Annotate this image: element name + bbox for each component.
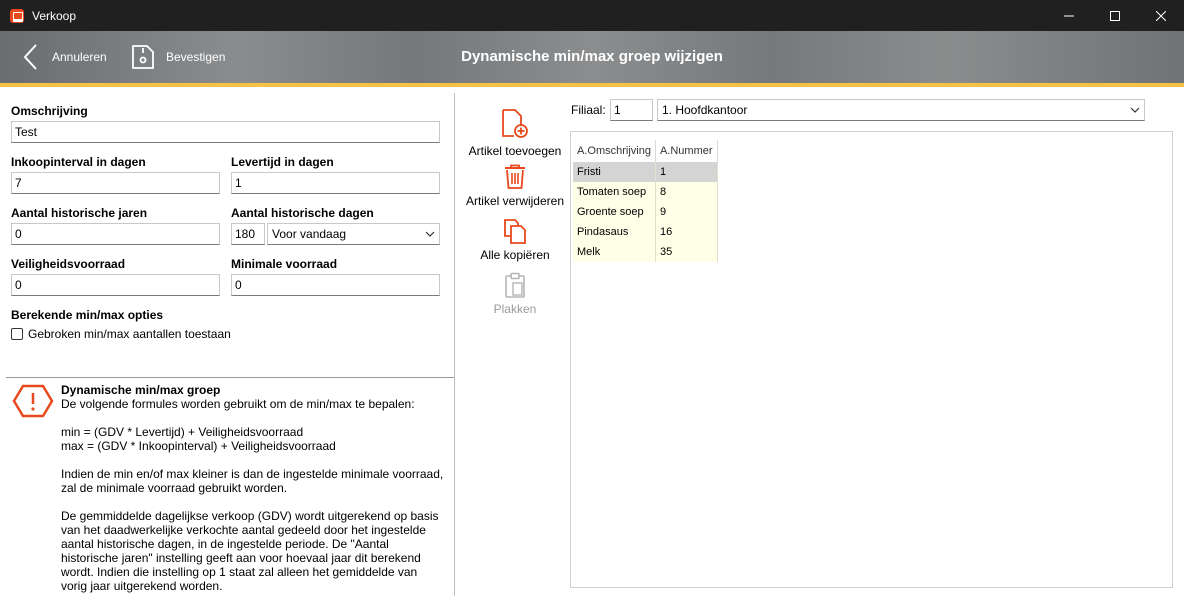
- table-cell[interactable]: Groente soep: [573, 202, 656, 222]
- table-cell[interactable]: Melk: [573, 242, 656, 262]
- table-row[interactable]: Pindasaus 16: [573, 222, 718, 242]
- hist-jaren-label: Aantal historische jaren: [11, 206, 148, 220]
- copy-all-button[interactable]: Alle kopiëren: [460, 218, 570, 262]
- window-title: Verkoop: [32, 8, 77, 23]
- table-cell[interactable]: 8: [655, 182, 718, 202]
- warning-icon: [12, 384, 54, 418]
- copy-icon: [504, 219, 526, 244]
- table-row[interactable]: Fristi 1: [573, 162, 718, 182]
- info-text: De volgende formules worden gebruikt om …: [61, 397, 444, 593]
- table-row[interactable]: Tomaten soep 8: [573, 182, 718, 202]
- add-article-label: Artikel toevoegen: [468, 144, 562, 158]
- veiligheid-input[interactable]: 0: [11, 274, 220, 296]
- add-file-icon: [502, 109, 528, 138]
- close-icon: [1140, 44, 1166, 70]
- table-cell[interactable]: 1: [655, 162, 718, 182]
- levertijd-input[interactable]: 1: [231, 172, 440, 194]
- filiaal-select[interactable]: 1. Hoofdkantoor: [657, 99, 1145, 121]
- hist-dagen-input[interactable]: 180: [231, 223, 265, 245]
- trash-icon: [505, 164, 525, 189]
- filiaal-select-value: 1. Hoofdkantoor: [662, 103, 748, 117]
- minimale-input[interactable]: 0: [231, 274, 440, 296]
- info-panel: Dynamische min/max groep De volgende for…: [0, 378, 454, 600]
- article-table: A.Omschrijving A.Nummer Fristi 1 Tomaten…: [573, 140, 718, 262]
- filiaal-label: Filiaal:: [571, 103, 606, 117]
- table-cell[interactable]: 35: [655, 242, 718, 262]
- paste-button[interactable]: Plakken: [460, 272, 570, 316]
- omschrijving-input[interactable]: Test: [11, 121, 440, 143]
- hist-jaren-input[interactable]: 0: [11, 223, 220, 245]
- remove-article-label: Artikel verwijderen: [465, 194, 565, 208]
- title-bar: Verkoop: [0, 0, 1184, 31]
- table-row[interactable]: Groente soep 9: [573, 202, 718, 222]
- inkoopinterval-input[interactable]: 7: [11, 172, 220, 194]
- table-cell[interactable]: Pindasaus: [573, 222, 656, 242]
- table-header-row: A.Omschrijving A.Nummer: [573, 140, 718, 162]
- paste-label: Plakken: [493, 302, 537, 316]
- page-title: Dynamische min/max groep wijzigen: [461, 48, 723, 65]
- add-article-button[interactable]: Artikel toevoegen: [460, 108, 570, 158]
- hist-dagen-period-value: Voor vandaag: [272, 227, 347, 241]
- divider: [454, 93, 455, 596]
- group-form: Omschrijving Test Inkoopinterval in dage…: [0, 87, 454, 377]
- chevron-down-icon: [1130, 107, 1140, 113]
- table-cell[interactable]: Tomaten soep: [573, 182, 656, 202]
- filiaal-number-input[interactable]: 1: [610, 99, 653, 121]
- gebroken-label: Gebroken min/max aantallen toestaan: [28, 327, 231, 341]
- gebroken-option[interactable]: Gebroken min/max aantallen toestaan: [11, 327, 231, 341]
- remove-article-button[interactable]: Artikel verwijderen: [460, 164, 570, 208]
- table-cell[interactable]: Fristi: [573, 162, 656, 182]
- table-row[interactable]: Melk 35: [573, 242, 718, 262]
- hist-dagen-period-select[interactable]: Voor vandaag: [267, 223, 440, 245]
- window-close-button[interactable]: [1138, 0, 1184, 31]
- levertijd-label: Levertijd in dagen: [231, 155, 334, 169]
- opties-label: Berekende min/max opties: [11, 308, 164, 322]
- column-header-nummer[interactable]: A.Nummer: [655, 140, 718, 162]
- copy-all-label: Alle kopiëren: [480, 248, 550, 262]
- minimize-button[interactable]: [1046, 0, 1092, 31]
- minimale-label: Minimale voorraad: [231, 257, 338, 271]
- gebroken-checkbox[interactable]: [11, 328, 23, 340]
- column-header-omschrijving[interactable]: A.Omschrijving: [573, 140, 656, 162]
- article-grid[interactable]: A.Omschrijving A.Nummer Fristi 1 Tomaten…: [570, 131, 1173, 588]
- omschrijving-label: Omschrijving: [11, 104, 88, 118]
- app-icon: [10, 8, 24, 23]
- hist-dagen-label: Aantal historische dagen: [231, 206, 374, 220]
- clipboard-icon: [505, 272, 525, 298]
- veiligheid-label: Veiligheidsvoorraad: [11, 257, 126, 271]
- info-title: Dynamische min/max groep: [61, 383, 221, 397]
- inkoopinterval-label: Inkoopinterval in dagen: [11, 155, 146, 169]
- table-cell[interactable]: 9: [655, 202, 718, 222]
- chevron-down-icon: [425, 231, 435, 237]
- table-cell[interactable]: 16: [655, 222, 718, 242]
- dialog-header: Annuleren Bevestigen Dynamische min/max …: [0, 31, 1184, 87]
- dialog-close-button[interactable]: [1140, 44, 1166, 73]
- maximize-button[interactable]: [1092, 0, 1138, 31]
